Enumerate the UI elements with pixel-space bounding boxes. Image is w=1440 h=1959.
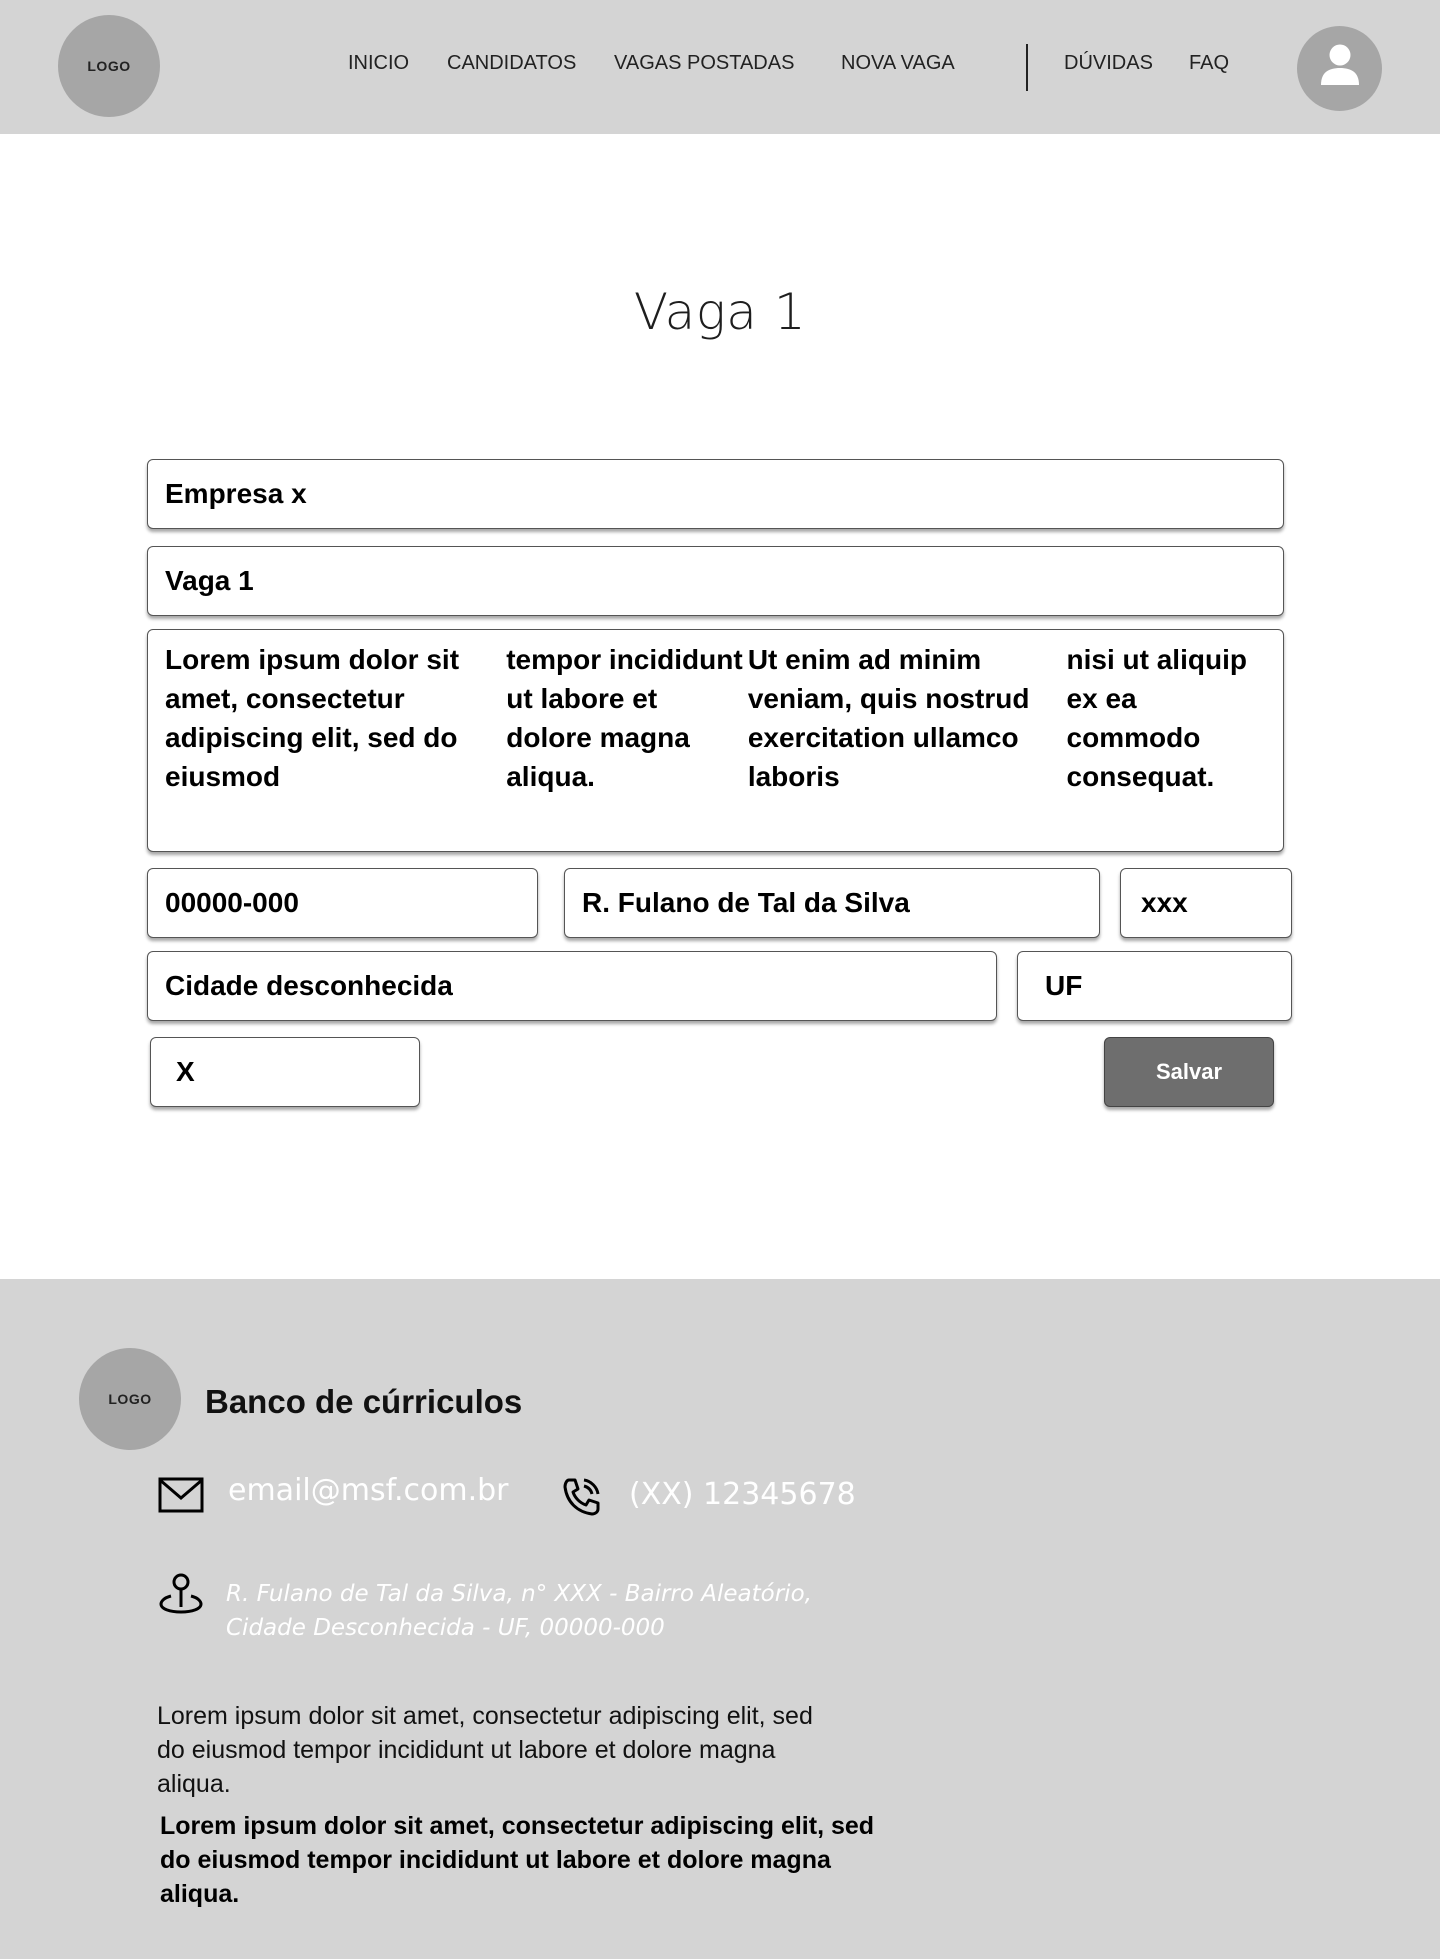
description-line: nisi ut aliquip ex ea commodo consequat. (1066, 644, 1247, 792)
cep-field[interactable]: 00000-000 (147, 868, 538, 938)
footer-bold-description-line: Lorem ipsum dolor sit amet, consectetur … (160, 1812, 875, 1840)
footer-bold-description-line: do eiusmod tempor incididunt ut labore e… (160, 1846, 831, 1874)
footer-address: R. Fulano de Tal da Silva, n° XXX - Bair… (226, 1577, 812, 1645)
footer-address-line: Cidade Desconhecida - UF, 00000-000 (226, 1615, 665, 1641)
footer-description-line: aliqua. (157, 1770, 231, 1798)
description-textarea[interactable]: Lorem ipsum dolor sit amet, consectetur … (147, 629, 1284, 852)
footer-address-line: R. Fulano de Tal da Silva, n° XXX - Bair… (226, 1581, 812, 1607)
street-field[interactable]: R. Fulano de Tal da Silva (564, 868, 1100, 938)
footer-bold-description: Lorem ipsum dolor sit amet, consectetur … (160, 1809, 880, 1911)
logo-text: LOGO (87, 58, 131, 74)
nav-item-nova-vaga[interactable]: NOVA VAGA (841, 52, 955, 75)
mail-icon (158, 1477, 204, 1513)
top-header: LOGO INICIO CANDIDATOS VAGAS POSTADAS NO… (0, 0, 1440, 134)
footer-description-line: Lorem ipsum dolor sit amet, consectetur … (157, 1702, 813, 1730)
footer-phone-link[interactable]: (XX) 12345678 (629, 1477, 856, 1512)
phone-icon (563, 1478, 600, 1516)
save-button[interactable]: Salvar (1104, 1037, 1274, 1107)
footer-bold-description-line: aliqua. (160, 1880, 240, 1908)
footer-logo[interactable]: LOGO (79, 1348, 181, 1450)
header-logo[interactable]: LOGO (58, 15, 160, 117)
city-field[interactable]: Cidade desconhecida (147, 951, 997, 1021)
number-field[interactable]: xxx (1120, 868, 1292, 938)
state-field[interactable]: UF (1017, 951, 1292, 1021)
logo-text: LOGO (108, 1391, 152, 1407)
description-line: Lorem ipsum dolor sit amet, consectetur … (165, 644, 460, 792)
footer-description: Lorem ipsum dolor sit amet, consectetur … (157, 1699, 877, 1801)
company-field[interactable]: Empresa x (147, 459, 1284, 529)
nav-item-candidatos[interactable]: CANDIDATOS (447, 52, 576, 75)
nav-item-duvidas[interactable]: DÚVIDAS (1064, 52, 1153, 75)
nav-item-vagas-postadas[interactable]: VAGAS POSTADAS (614, 52, 794, 75)
description-line: tempor incididunt ut labore et dolore ma… (506, 644, 743, 792)
footer-email-link[interactable]: email@msf.com.br (228, 1473, 509, 1508)
footer-description-line: do eiusmod tempor incididunt ut labore e… (157, 1736, 776, 1764)
nav-divider (1026, 44, 1028, 91)
description-line: Ut enim ad minim veniam, quis nostrud ex… (747, 644, 1030, 792)
user-avatar-button[interactable] (1297, 26, 1382, 111)
page-title: Vaga 1 (633, 283, 807, 341)
footer: LOGO Banco de cúrriculos email@msf.com.b… (0, 1279, 1440, 1959)
extra-field[interactable]: X (150, 1037, 420, 1107)
user-icon (1321, 44, 1359, 85)
location-pin-icon (159, 1573, 203, 1614)
nav-item-inicio[interactable]: INICIO (348, 52, 409, 75)
footer-brand-name: Banco de cúrriculos (205, 1383, 523, 1420)
job-title-field[interactable]: Vaga 1 (147, 546, 1284, 616)
nav-item-faq[interactable]: FAQ (1189, 52, 1229, 75)
